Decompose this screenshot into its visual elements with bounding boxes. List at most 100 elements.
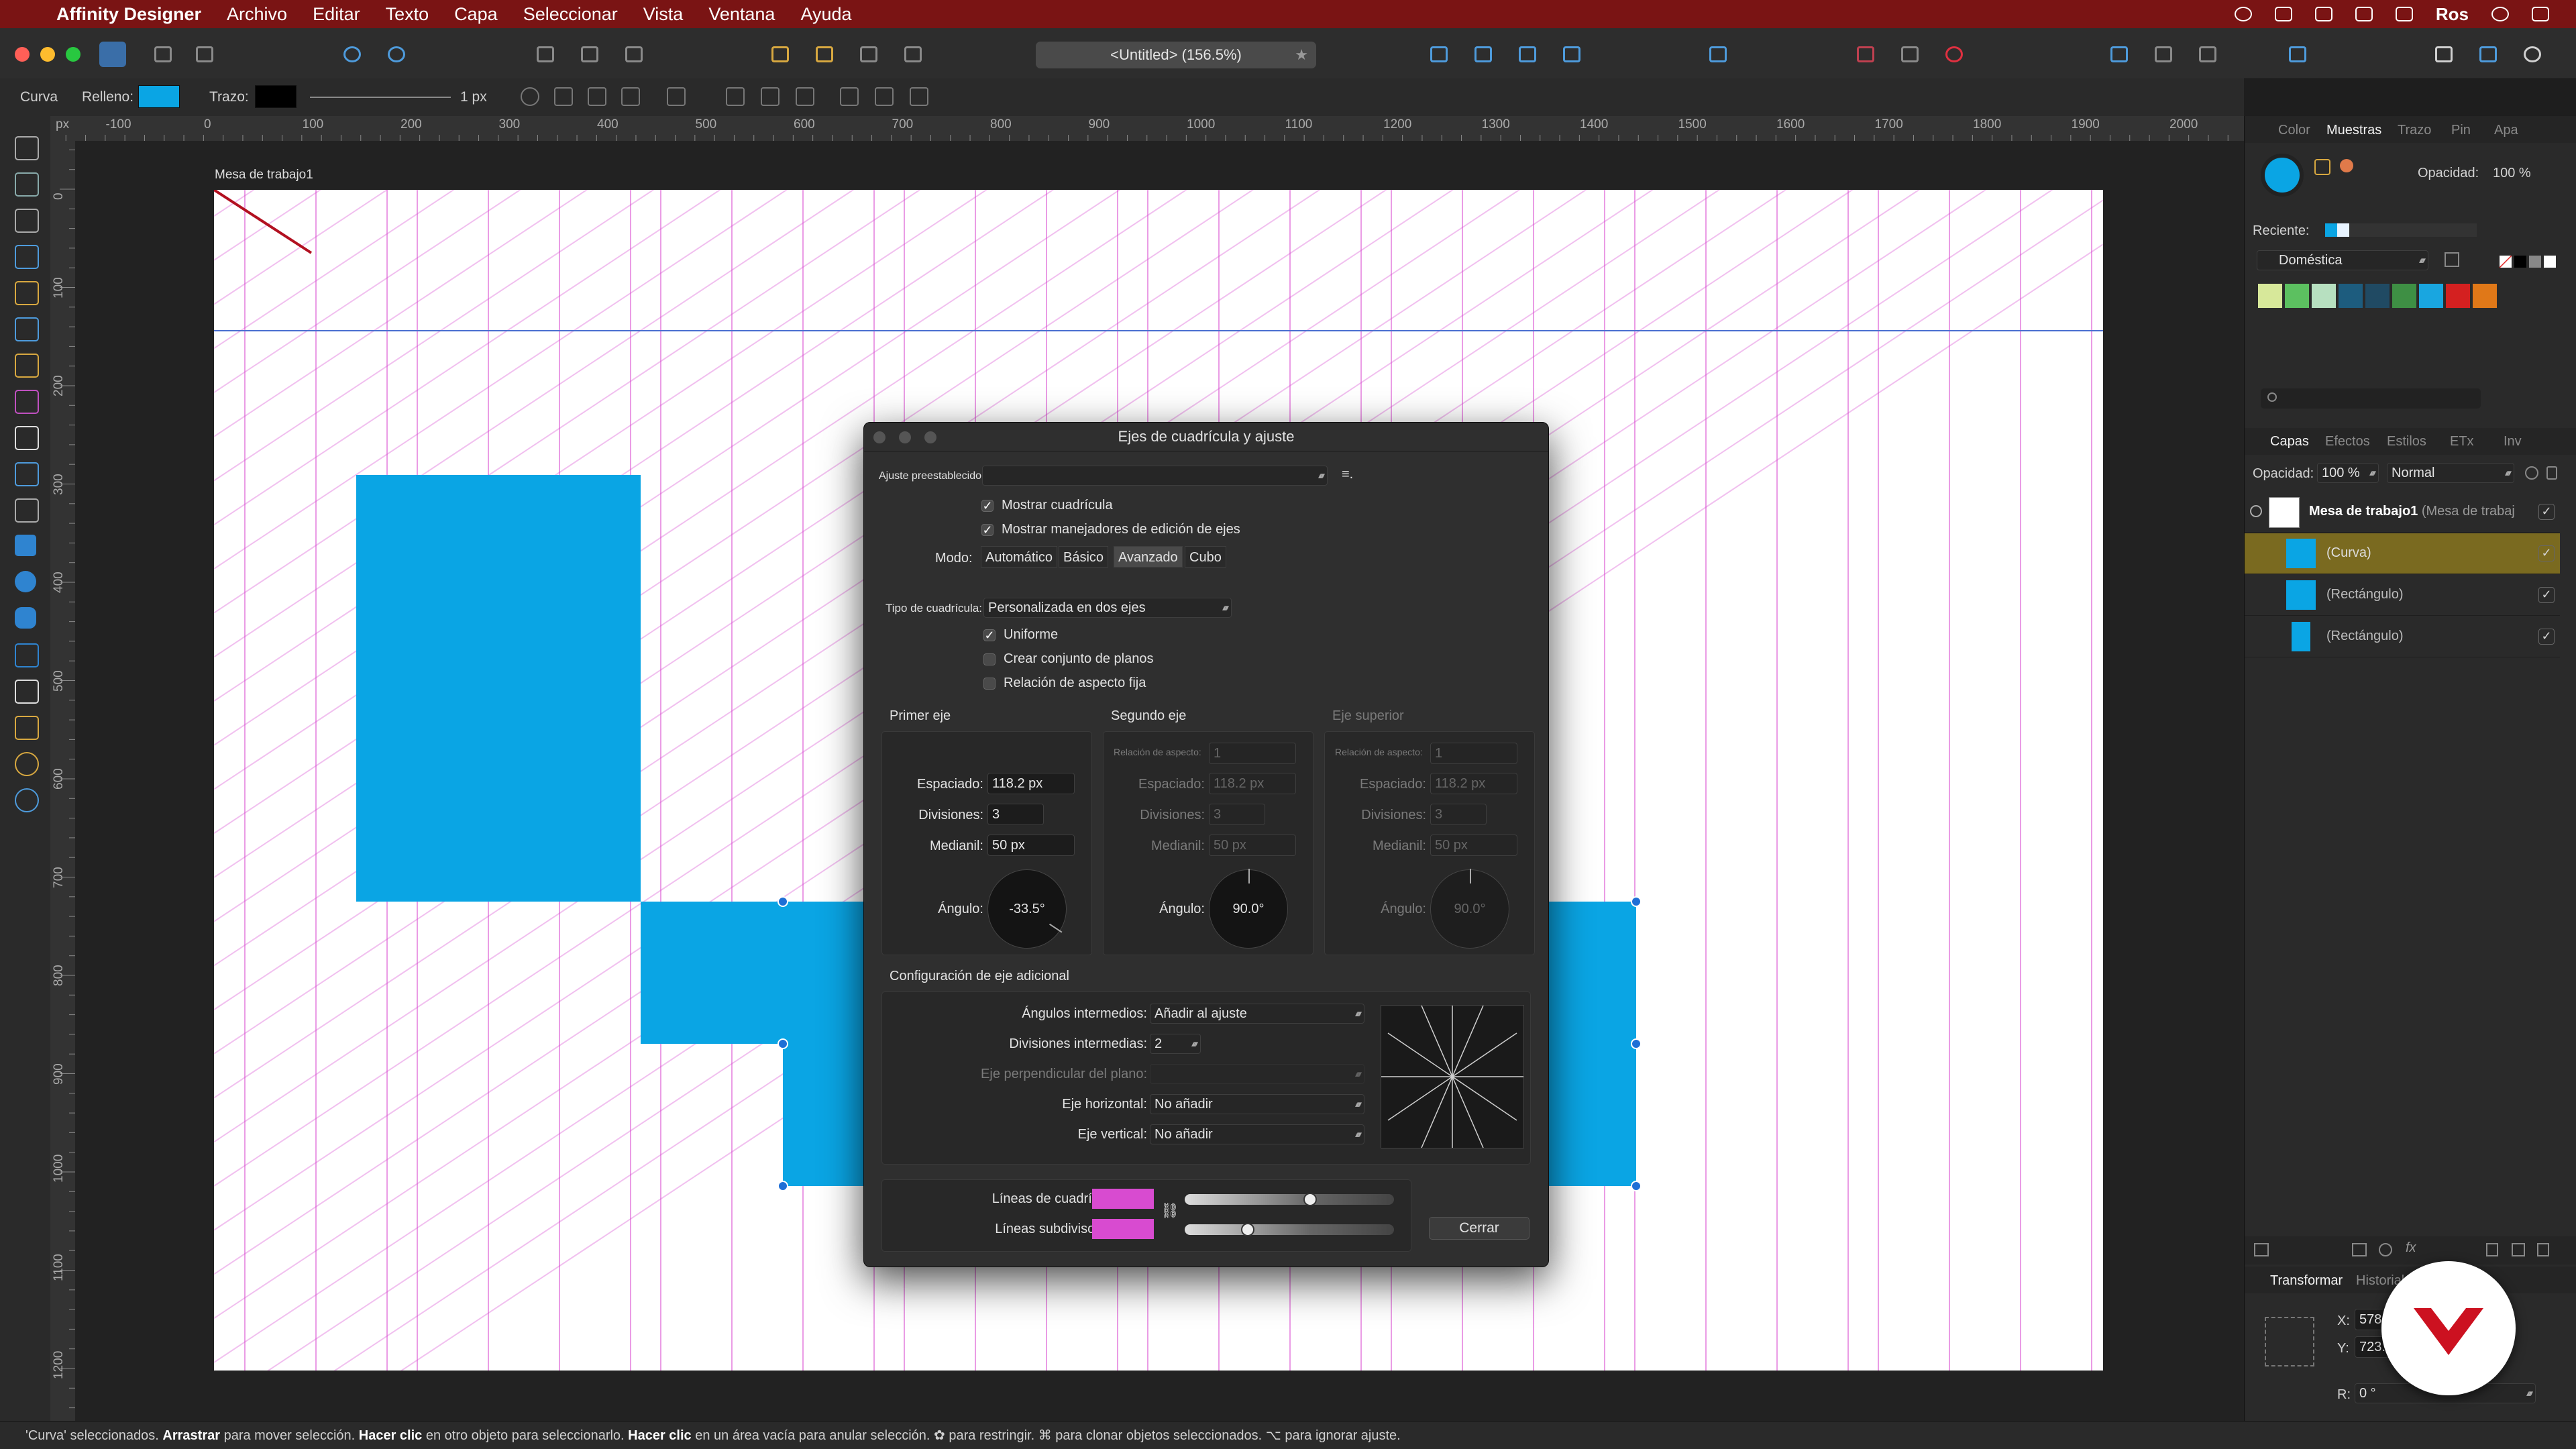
horizontal-ruler[interactable]: px -100 0 100 200 300 400 500 600 700 800 900 1000 1…	[50, 116, 2244, 142]
rectangle-tool-icon[interactable]	[15, 535, 36, 556]
palette-swatch[interactable]	[2339, 284, 2363, 308]
palette-select[interactable]: Doméstica	[2257, 250, 2428, 270]
recent-swatch-1[interactable]	[2325, 223, 2337, 237]
grid-lines-color[interactable]	[1092, 1189, 1154, 1209]
layer-opacity-select[interactable]: 100 %	[2317, 463, 2379, 483]
hide-bbox-icon[interactable]	[554, 87, 573, 106]
rectangle-shape-1[interactable]	[356, 475, 641, 902]
palette-swatch[interactable]	[2312, 284, 2336, 308]
hand-tool-icon[interactable]	[15, 752, 39, 776]
fixed-aspect-checkbox[interactable]	[983, 678, 996, 690]
volume-icon[interactable]	[2355, 7, 2373, 21]
stroke-width-value[interactable]: 1 px	[460, 89, 487, 105]
stroke-width-slider[interactable]	[310, 97, 451, 98]
rotate-right-icon[interactable]	[1563, 46, 1580, 62]
selection-handle-mr[interactable]	[1631, 1038, 1642, 1049]
spacing-field[interactable]: 118.2 px	[1209, 773, 1296, 794]
palette-swatch[interactable]	[2285, 284, 2309, 308]
studio-icon[interactable]	[2479, 46, 2497, 62]
wifi-icon[interactable]	[2314, 7, 2332, 21]
align-icon[interactable]	[1709, 46, 1727, 62]
selection-handle-ml[interactable]	[777, 1038, 788, 1049]
move-tool-icon[interactable]	[15, 136, 39, 160]
palette-swatch[interactable]	[2258, 284, 2282, 308]
menu-ayuda[interactable]: Ayuda	[800, 4, 851, 25]
angle-dial[interactable]: -33.5°	[987, 869, 1067, 949]
perp-axis-select[interactable]	[1150, 1064, 1364, 1084]
control-center-icon[interactable]	[2532, 7, 2549, 21]
mask-icon[interactable]	[2352, 1243, 2367, 1256]
flip-vertical-icon[interactable]	[1474, 46, 1492, 62]
inter-angles-select[interactable]: Añadir al ajuste	[1150, 1004, 1364, 1024]
show-handles-checkbox[interactable]: ✓	[981, 524, 994, 536]
uniform-checkbox[interactable]: ✓	[983, 629, 996, 641]
color-dot-icon[interactable]	[2340, 159, 2353, 172]
transparency-tool-icon[interactable]	[15, 426, 39, 450]
palette-swatch[interactable]	[2473, 284, 2497, 308]
menu-capa[interactable]: Capa	[454, 4, 498, 25]
snap-shape-icon[interactable]	[581, 46, 598, 62]
boolean-add-icon[interactable]	[2110, 46, 2128, 62]
divisions-field[interactable]: 3	[1430, 804, 1487, 825]
visibility-checkbox[interactable]: ✓	[2538, 504, 2555, 520]
mode-cube[interactable]: Cubo	[1185, 546, 1226, 568]
tab-transform[interactable]: Transformar	[2270, 1273, 2343, 1289]
assistant-icon[interactable]	[388, 46, 405, 62]
tab-color[interactable]: Color	[2278, 123, 2310, 138]
pencil-tool-icon[interactable]	[15, 317, 39, 341]
quick-menu-icon[interactable]	[2435, 46, 2453, 62]
palette-swatch[interactable]	[2365, 284, 2390, 308]
divisions-field[interactable]: 3	[987, 804, 1044, 825]
export-persona-icon[interactable]	[196, 46, 213, 62]
align-left-icon[interactable]	[726, 87, 745, 106]
place-image-icon[interactable]	[15, 462, 39, 486]
dialog-minimize-button[interactable]	[899, 431, 911, 443]
menu-editar[interactable]: Editar	[313, 4, 360, 25]
link-colors-icon[interactable]: ⛓	[1161, 1202, 1179, 1220]
rotate-left-icon[interactable]	[1519, 46, 1536, 62]
triangle-tool-icon[interactable]	[15, 643, 39, 667]
layer-settings-icon[interactable]	[2525, 466, 2538, 480]
align-top-icon[interactable]	[840, 87, 859, 106]
angle-dial[interactable]: 90.0°	[1430, 869, 1509, 949]
artboard-tool-icon[interactable]	[15, 172, 39, 197]
fill-swatch[interactable]	[138, 85, 180, 108]
stroke-swatch[interactable]	[255, 85, 297, 108]
palette-swatch[interactable]	[2419, 284, 2443, 308]
user-name[interactable]: Ros	[2436, 4, 2469, 25]
mode-automatic[interactable]: Automático	[981, 546, 1058, 568]
rotate-mode-icon[interactable]	[621, 87, 640, 106]
dialog-titlebar[interactable]: Ejes de cuadrícula y ajuste	[864, 423, 1548, 451]
arrange-backward-icon[interactable]	[904, 46, 922, 62]
create-planes-checkbox[interactable]	[983, 653, 996, 665]
minimize-window-button[interactable]	[40, 47, 55, 62]
search-icon[interactable]	[2491, 7, 2509, 21]
rounded-rect-tool-icon[interactable]	[15, 607, 36, 629]
node-tool-icon[interactable]	[15, 209, 39, 233]
snapping-options-icon[interactable]	[1901, 46, 1919, 62]
dialog-zoom-button[interactable]	[924, 431, 936, 443]
share-icon[interactable]	[343, 46, 361, 62]
grid-icon[interactable]	[1857, 46, 1874, 62]
subdiv-lines-opacity-knob[interactable]	[1240, 1223, 1254, 1236]
tab-inventory[interactable]: Inv	[2504, 434, 2522, 449]
anchor-selector-icon[interactable]	[2265, 1317, 2314, 1366]
visibility-checkbox[interactable]: ✓	[2538, 629, 2555, 645]
white-swatch[interactable]	[2544, 256, 2556, 268]
transform-mode-icon[interactable]	[588, 87, 606, 106]
eyedropper-tool-icon[interactable]	[15, 716, 39, 740]
mode-advanced[interactable]: Avanzado	[1114, 546, 1183, 568]
recent-swatch-2[interactable]	[2337, 223, 2349, 237]
gutter-field[interactable]: 50 px	[1430, 835, 1517, 856]
tab-layers[interactable]: Capas	[2270, 434, 2309, 449]
zoom-window-button[interactable]	[66, 47, 80, 62]
menu-archivo[interactable]: Archivo	[227, 4, 287, 25]
zoom-tool-icon[interactable]	[15, 788, 39, 812]
boolean-intersect-icon[interactable]	[2199, 46, 2216, 62]
bluetooth-icon[interactable]	[2274, 7, 2292, 21]
gray-swatch[interactable]	[2529, 256, 2541, 268]
snapping-toggle-icon[interactable]	[1945, 46, 1963, 62]
menu-texto[interactable]: Texto	[386, 4, 429, 25]
dialog-close-button[interactable]	[873, 431, 885, 443]
preset-select[interactable]	[982, 466, 1328, 486]
